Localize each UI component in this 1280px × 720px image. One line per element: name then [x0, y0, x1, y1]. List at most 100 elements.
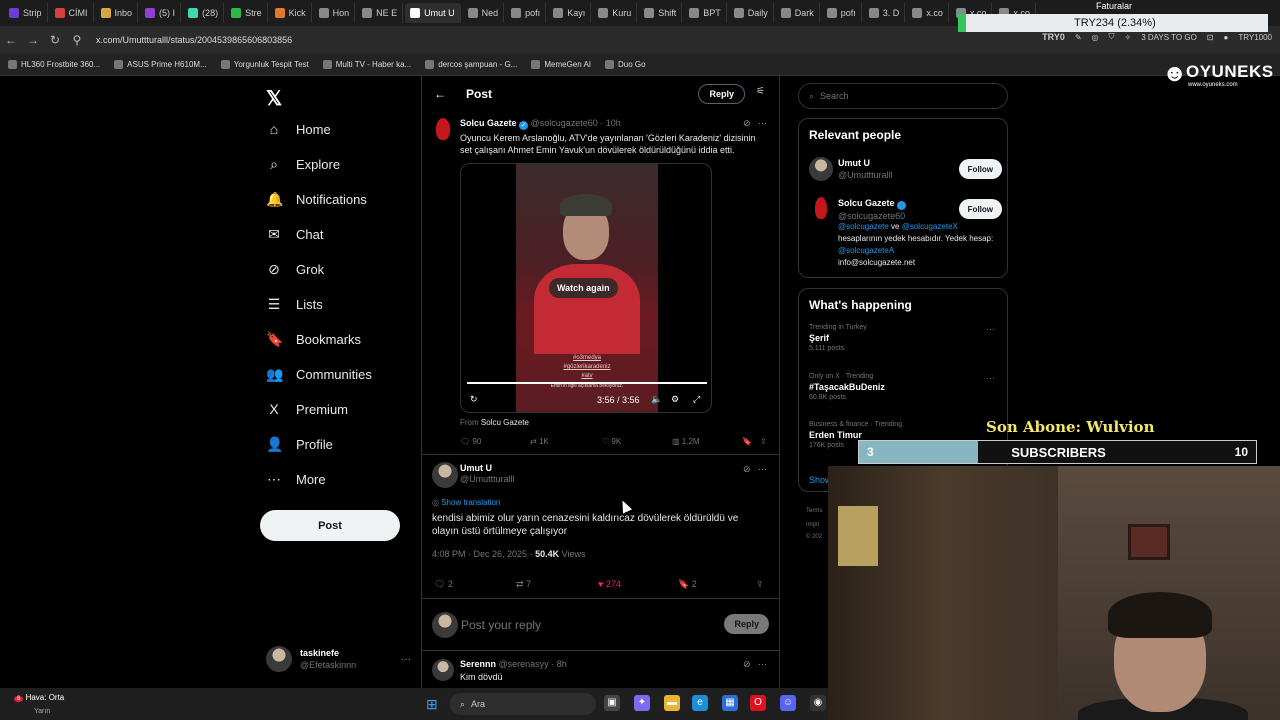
task-view-icon[interactable]: ▣: [604, 695, 620, 711]
settings-gear-icon[interactable]: ⚙: [671, 394, 679, 405]
video-player[interactable]: #o3medya #gözlerikaradeniz #atv Emin'in …: [460, 163, 712, 413]
show-translation-link[interactable]: ◎ Show translation: [432, 498, 500, 507]
reply-action[interactable]: 🗨 2: [434, 579, 453, 590]
like-action[interactable]: ♡ 9K: [602, 437, 621, 446]
browser-tab[interactable]: 3. D: [864, 3, 906, 23]
extension-try0[interactable]: TRY0: [1042, 32, 1065, 42]
solcu-gazete-avatar[interactable]: [815, 197, 827, 219]
edit-icon[interactable]: ✎: [1075, 33, 1082, 42]
share-icon[interactable]: ⇪: [756, 579, 764, 590]
share-icon[interactable]: ⇪: [760, 437, 767, 446]
nav-item-lists[interactable]: ☰ Lists: [266, 296, 323, 313]
avatar[interactable]: [432, 462, 458, 488]
x-logo-icon[interactable]: 𝕏: [266, 86, 282, 111]
nav-item-explore[interactable]: ⌕ Explore: [266, 156, 340, 173]
next-author[interactable]: Serennn: [460, 659, 496, 669]
taskbar-search[interactable]: ⌕ Ara: [450, 693, 596, 715]
views-action[interactable]: ▥ 1.2M: [672, 437, 700, 446]
relevant-person[interactable]: Solcu Gazete ✓ @solcugazete60 Follow: [809, 197, 1004, 223]
copilot-icon[interactable]: ✦: [634, 695, 650, 711]
solcu-gazete-avatar[interactable]: [436, 118, 450, 140]
grok-icon[interactable]: ⊘: [743, 659, 751, 669]
more-dots-icon[interactable]: ···: [758, 464, 767, 474]
forward-arrow-icon[interactable]: →: [22, 33, 44, 47]
account-switcher[interactable]: taskinefe @Efetaskinnn ···: [266, 646, 411, 672]
footer-link[interactable]: Impri: [806, 522, 819, 528]
app-icon[interactable]: ◉: [810, 695, 826, 711]
nav-item-notifications[interactable]: 🔔 Notifications: [266, 191, 367, 208]
edge-icon[interactable]: e: [692, 695, 708, 711]
browser-tab[interactable]: Strip: [4, 3, 48, 23]
bookmark-icon[interactable]: 🔖: [742, 437, 752, 446]
header-reply-button[interactable]: Reply: [698, 84, 745, 104]
opera-icon[interactable]: O: [750, 695, 766, 711]
sliders-icon[interactable]: ⚟: [756, 86, 765, 97]
nav-item-premium[interactable]: X Premium: [266, 401, 348, 417]
search-input[interactable]: ⌕ Search: [798, 83, 1008, 109]
puzzle-icon[interactable]: ✧: [1125, 33, 1132, 42]
browser-tab[interactable]: Kayı: [548, 3, 592, 23]
camera-icon[interactable]: ◎: [1092, 33, 1099, 42]
extension-try1000[interactable]: TRY1000: [1238, 33, 1272, 42]
browser-tab[interactable]: Dark: [776, 3, 820, 23]
video-progress-bar[interactable]: [467, 382, 707, 384]
url-field[interactable]: x.com/Umuttturalll/status/20045398656068…: [96, 35, 292, 45]
days-to-go-badge[interactable]: 3 DAYS TO GO: [1141, 33, 1197, 42]
replay-icon[interactable]: ↻: [470, 394, 478, 405]
follow-button[interactable]: Follow: [958, 199, 1002, 219]
bookmark-item[interactable]: Duo Go: [605, 60, 646, 69]
nav-item-profile[interactable]: 👤 Profile: [266, 436, 333, 453]
like-action[interactable]: ♥ 274: [598, 579, 621, 589]
windows-start-icon[interactable]: ⊞: [426, 696, 438, 713]
watch-again-button[interactable]: Watch again: [549, 278, 618, 298]
quoted-author[interactable]: Solcu Gazete: [460, 118, 517, 128]
file-explorer-icon[interactable]: ▬: [664, 695, 680, 711]
repost-action[interactable]: ⇄ 1K: [530, 437, 549, 446]
browser-tab[interactable]: Kuru: [593, 3, 638, 23]
nav-item-grok[interactable]: ⊘ Grok: [266, 261, 324, 278]
reply-action[interactable]: 🗨 90: [460, 437, 481, 446]
nav-item-home[interactable]: ⌂ Home: [266, 121, 331, 137]
grok-icon[interactable]: ⊘: [743, 118, 751, 128]
avatar[interactable]: [432, 659, 454, 681]
browser-tab[interactable]: Ned: [463, 3, 505, 23]
browser-tab[interactable]: (28): [183, 3, 225, 23]
browser-tab[interactable]: CİMI: [50, 3, 94, 23]
nav-item-bookmarks[interactable]: 🔖 Bookmarks: [266, 331, 361, 348]
trend-item[interactable]: Trending in Turkey Şerif 5,111 posts ···: [809, 324, 999, 352]
store-icon[interactable]: ▦: [722, 695, 738, 711]
back-arrow-icon[interactable]: ←: [0, 33, 22, 47]
browser-tab[interactable]: Kick: [270, 3, 312, 23]
browser-tab[interactable]: Stre: [226, 3, 268, 23]
browser-tab[interactable]: pofı: [506, 3, 547, 23]
fullscreen-icon[interactable]: ⤢: [693, 394, 700, 405]
browser-tab[interactable]: (5) I: [140, 3, 182, 23]
back-arrow-icon[interactable]: ←: [434, 87, 446, 101]
browser-tab[interactable]: Daily: [729, 3, 774, 23]
relevant-person[interactable]: Umut U @Umuttturalll Follow: [809, 157, 1004, 183]
bookmark-item[interactable]: ASUS Prime H610M...: [114, 60, 207, 69]
reply-author[interactable]: Umut U: [460, 463, 492, 473]
reply-input[interactable]: Post your reply: [461, 618, 541, 632]
discord-icon[interactable]: ☺: [780, 695, 796, 711]
bookmark-item[interactable]: Yorgunluk Tespit Test: [220, 60, 309, 69]
bookmark-item[interactable]: MemeGen AI: [531, 60, 591, 69]
browser-tab[interactable]: Inbo: [96, 3, 139, 23]
nav-item-more[interactable]: ⋯ More: [266, 471, 326, 488]
volume-icon[interactable]: 🔈: [651, 394, 662, 405]
browser-tab[interactable]: NE E: [357, 3, 404, 23]
grok-icon[interactable]: ⊘: [743, 464, 751, 474]
more-dots-icon[interactable]: ···: [401, 654, 411, 665]
browser-tab[interactable]: Umut U: [405, 3, 461, 23]
bookmark-item[interactable]: Multi TV - Haber ka...: [322, 60, 411, 69]
browser-tab[interactable]: BPT: [684, 3, 727, 23]
more-dots-icon[interactable]: ···: [758, 659, 767, 669]
browser-tab[interactable]: x.co: [907, 3, 949, 23]
bookmark-item[interactable]: HL360 Frostbite 360...: [8, 60, 100, 69]
reload-icon[interactable]: ↻: [44, 33, 66, 47]
repost-action[interactable]: ⇄ 7: [516, 579, 531, 590]
browser-tab[interactable]: Shift: [639, 3, 683, 23]
more-dots-icon[interactable]: ···: [758, 118, 767, 128]
weather-widget[interactable]: 8 Hava: Orta Yarın: [14, 692, 64, 717]
bookmark-action[interactable]: 🔖 2: [678, 579, 697, 590]
